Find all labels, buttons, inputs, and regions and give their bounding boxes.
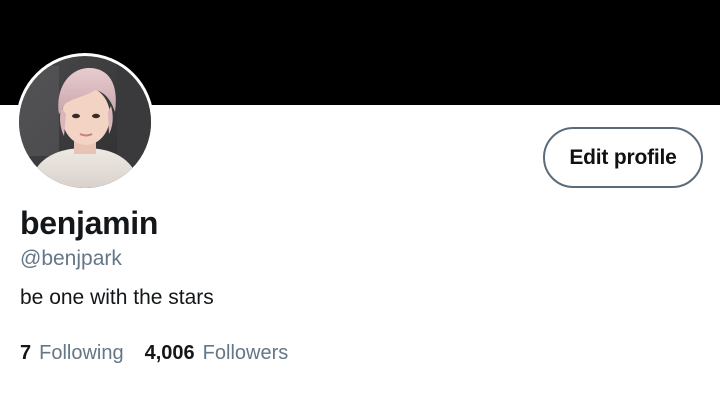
followers-label: Followers (202, 342, 289, 364)
display-name: benjamin (20, 205, 159, 241)
edit-profile-button[interactable]: Edit profile (543, 127, 703, 188)
bio: be one with the stars (20, 286, 214, 309)
follow-stats: 7 Following 4,006 Followers (20, 342, 288, 365)
followers-count: 4,006 (144, 342, 195, 364)
following-label: Following (39, 342, 124, 364)
following-link[interactable]: 7 Following (20, 342, 124, 365)
following-count: 7 (20, 342, 32, 364)
user-handle: @benjpark (20, 247, 122, 270)
avatar-image (19, 56, 151, 188)
avatar[interactable] (16, 53, 154, 191)
followers-link[interactable]: 4,006 Followers (145, 342, 289, 365)
